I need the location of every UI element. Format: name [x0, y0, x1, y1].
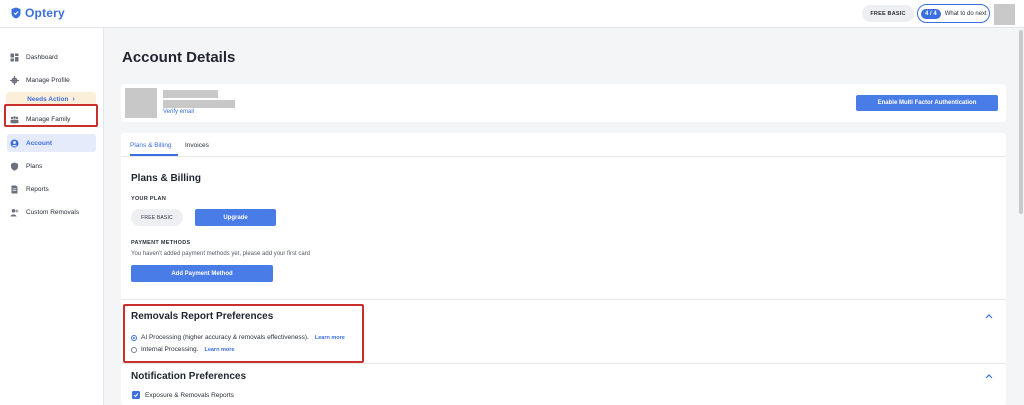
collapse-removals-chevron-up-icon[interactable]	[985, 313, 993, 319]
sidebar-item-account[interactable]: Account	[7, 134, 96, 152]
upgrade-button[interactable]: Upgrade	[195, 209, 276, 226]
enable-mfa-button[interactable]: Enable Multi Factor Authentication	[856, 95, 998, 111]
what-to-do-next-button[interactable]: 4 / 4 What to do next	[917, 4, 990, 23]
top-bar: Optery FREE BASIC 4 / 4 What to do next	[0, 0, 1024, 28]
notification-prefs-title: Notification Preferences	[131, 371, 247, 382]
user-plus-icon	[10, 208, 19, 216]
needs-action-label: Needs Action	[27, 95, 69, 103]
account-settings-card: Plans & Billing Invoices Plans & Billing…	[121, 133, 1006, 405]
your-plan-label: YOUR PLAN	[131, 196, 167, 202]
highlight-box-removals-prefs	[123, 304, 364, 363]
payment-methods-hint: You haven't added payment methods yet, p…	[131, 251, 311, 257]
section-divider	[121, 299, 1006, 300]
sidebar-item-reports[interactable]: Reports	[10, 180, 98, 198]
sidebar-item-label: Reports	[26, 185, 49, 193]
add-payment-method-button[interactable]: Add Payment Method	[131, 265, 273, 282]
section-divider	[121, 363, 1006, 364]
exposure-removals-reports-option[interactable]: Exposure & Removals Reports	[132, 391, 234, 399]
sidebar-item-label: Plans	[26, 162, 43, 170]
verify-email-link[interactable]: Verify email	[163, 109, 194, 115]
brand-name: Optery	[25, 6, 65, 20]
todo-label: What to do next	[944, 10, 987, 17]
tab-divider	[121, 155, 1006, 157]
dashboard-icon	[10, 53, 19, 61]
sidebar-item-label: Manage Profile	[26, 76, 70, 84]
sidebar-item-label: Dashboard	[26, 53, 58, 61]
sidebar-item-dashboard[interactable]: Dashboard	[10, 48, 98, 66]
sidebar-item-plans[interactable]: Plans	[10, 157, 98, 175]
redacted-name	[163, 90, 218, 98]
current-plan-chip: FREE BASIC	[131, 209, 183, 226]
exposure-removals-label: Exposure & Removals Reports	[145, 391, 234, 399]
checkmark-icon	[133, 393, 139, 398]
shield-icon	[11, 162, 18, 171]
exposure-removals-checkbox[interactable]	[132, 391, 140, 399]
sidebar-item-manage-profile[interactable]: Manage Profile	[10, 71, 98, 89]
collapse-notifications-chevron-up-icon[interactable]	[985, 373, 993, 379]
tab-plans-billing[interactable]: Plans & Billing	[130, 142, 172, 149]
brand-logo[interactable]: Optery	[11, 6, 65, 20]
todo-progress-count: 4 / 4	[921, 8, 941, 19]
redacted-email	[163, 100, 235, 108]
avatar[interactable]	[994, 4, 1015, 25]
sidebar-item-label: Account	[26, 139, 52, 147]
plans-billing-title: Plans & Billing	[131, 173, 202, 184]
sidebar-item-custom-removals[interactable]: Custom Removals	[10, 203, 98, 221]
sidebar-item-label: Custom Removals	[26, 208, 80, 216]
tab-invoices[interactable]: Invoices	[185, 142, 209, 149]
document-icon	[11, 185, 18, 193]
user-circle-icon	[10, 139, 19, 147]
page-title: Account Details	[122, 49, 236, 66]
sidebar: Dashboard Manage Profile Needs Action › …	[0, 28, 104, 405]
chevron-right-icon: ›	[72, 95, 75, 103]
profile-card: Verify email Enable Multi Factor Authent…	[121, 84, 1006, 122]
payment-methods-label: PAYMENT METHODS	[131, 240, 191, 246]
scrollbar-thumb[interactable]	[1019, 30, 1023, 214]
shield-logo-icon	[11, 7, 21, 19]
plan-badge[interactable]: FREE BASIC	[862, 5, 914, 22]
profile-photo	[125, 88, 157, 118]
highlight-box-account	[4, 104, 98, 127]
gear-icon	[10, 75, 19, 85]
